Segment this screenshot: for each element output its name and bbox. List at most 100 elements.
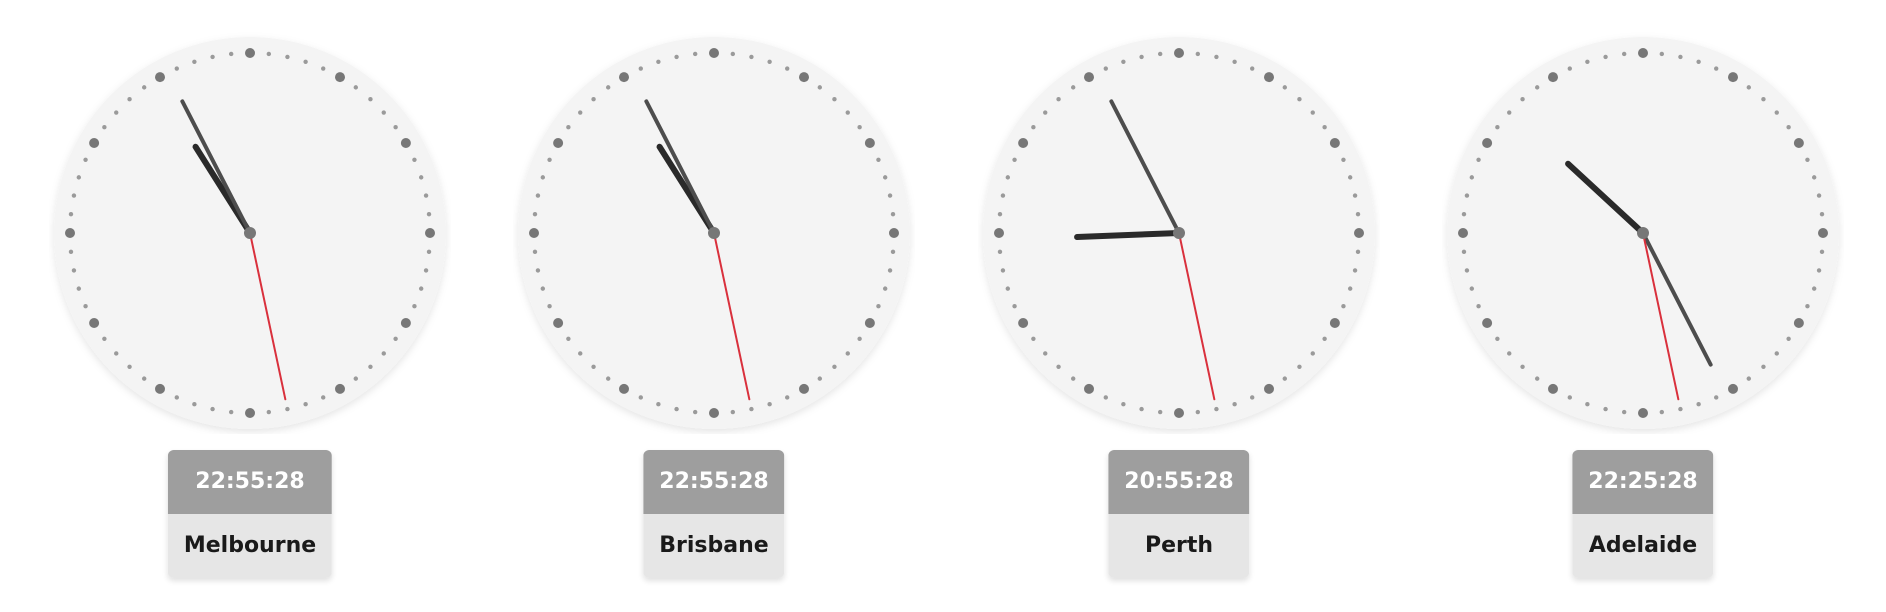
hour-marker (89, 138, 100, 148)
minute-marker (767, 59, 772, 65)
hour-marker (1174, 408, 1184, 418)
hour-marker (1354, 228, 1364, 238)
minute-marker (566, 124, 571, 130)
minute-marker (1355, 211, 1361, 217)
minute-marker (532, 249, 538, 255)
hour-marker (400, 318, 411, 328)
minute-marker (674, 406, 679, 412)
minute-marker (749, 54, 754, 60)
minute-marker (1774, 351, 1779, 356)
hour-marker (799, 383, 809, 394)
minute-marker (1567, 395, 1572, 400)
minute-marker (1352, 268, 1358, 273)
minute-marker (68, 249, 74, 255)
hour-marker (1018, 318, 1029, 328)
minute-marker (605, 85, 611, 90)
minute-marker (174, 66, 179, 71)
minute-marker (1696, 401, 1701, 407)
minute-marker (83, 304, 88, 309)
minute-marker (102, 124, 107, 130)
minute-marker (1322, 336, 1327, 342)
minute-marker (730, 51, 736, 57)
minute-marker (1250, 395, 1255, 400)
clock-dial (49, 32, 451, 434)
minute-marker (192, 401, 197, 407)
city-name: Brisbane (643, 514, 785, 578)
hour-marker (425, 228, 435, 238)
minute-marker (532, 211, 538, 217)
hour-marker (619, 383, 629, 394)
minute-marker (1585, 401, 1590, 407)
minute-marker (1341, 304, 1346, 309)
minute-marker (210, 54, 215, 60)
city-name: Perth (1108, 514, 1250, 578)
minute-marker (1819, 211, 1825, 217)
minute-marker (1232, 401, 1237, 407)
minute-marker (418, 175, 424, 180)
center-pin (1637, 227, 1649, 239)
minute-marker (1214, 406, 1219, 412)
hour-marker (1482, 318, 1493, 328)
hour-marker (1084, 383, 1094, 394)
hour-marker (400, 138, 411, 148)
minute-marker (1811, 175, 1817, 180)
minute-marker (192, 59, 197, 65)
minute-marker (882, 175, 888, 180)
minute-marker (1534, 376, 1540, 381)
minute-marker (381, 351, 386, 356)
minute-marker (1520, 364, 1525, 369)
minute-marker (785, 66, 790, 71)
minute-marker (68, 211, 74, 217)
minute-marker (1774, 110, 1779, 115)
minute-marker (393, 336, 398, 342)
minute-marker (1195, 409, 1201, 415)
time-readout: 22:55:28 (643, 450, 785, 514)
minute-marker (174, 395, 179, 400)
minute-marker (1464, 268, 1470, 273)
minute-marker (1012, 157, 1017, 162)
minute-marker (1297, 364, 1302, 369)
clock-label: 22:25:28 Adelaide (1572, 450, 1714, 578)
hour-marker (1329, 138, 1340, 148)
minute-marker (1157, 409, 1163, 415)
hour-marker (1793, 138, 1804, 148)
minute-marker (1567, 66, 1572, 71)
hour-marker (245, 48, 255, 58)
minute-marker (1816, 193, 1822, 198)
minute-marker (1659, 409, 1665, 415)
minute-marker (426, 211, 432, 217)
hour-marker (1793, 318, 1804, 328)
clock-face-svg (1447, 37, 1839, 429)
minute-marker (1507, 110, 1512, 115)
hour-marker (709, 48, 719, 58)
minute-marker (1031, 336, 1036, 342)
minute-marker (1347, 286, 1353, 291)
minute-marker (1714, 66, 1719, 71)
minute-marker (1056, 97, 1061, 102)
minute-marker (1495, 336, 1500, 342)
minute-marker (1031, 124, 1036, 130)
minute-marker (1121, 59, 1126, 65)
minute-marker (605, 376, 611, 381)
minute-marker (1714, 395, 1719, 400)
hour-marker (1084, 72, 1094, 83)
time-readout: 20:55:28 (1108, 450, 1250, 514)
minute-marker (692, 409, 698, 415)
minute-marker (1461, 249, 1467, 255)
minute-marker (76, 286, 82, 291)
minute-marker (368, 364, 373, 369)
hour-marker (709, 408, 719, 418)
minute-marker (1214, 54, 1219, 60)
minute-marker (876, 157, 881, 162)
minute-marker (303, 401, 308, 407)
minute-marker (1121, 401, 1126, 407)
hour-marker (1818, 228, 1828, 238)
hour-marker (994, 228, 1004, 238)
minute-marker (638, 66, 643, 71)
hour-marker (1018, 138, 1029, 148)
minute-marker (1461, 211, 1467, 217)
minute-marker (353, 85, 359, 90)
minute-marker (76, 175, 82, 180)
minute-marker (591, 97, 596, 102)
minute-marker (692, 51, 698, 57)
